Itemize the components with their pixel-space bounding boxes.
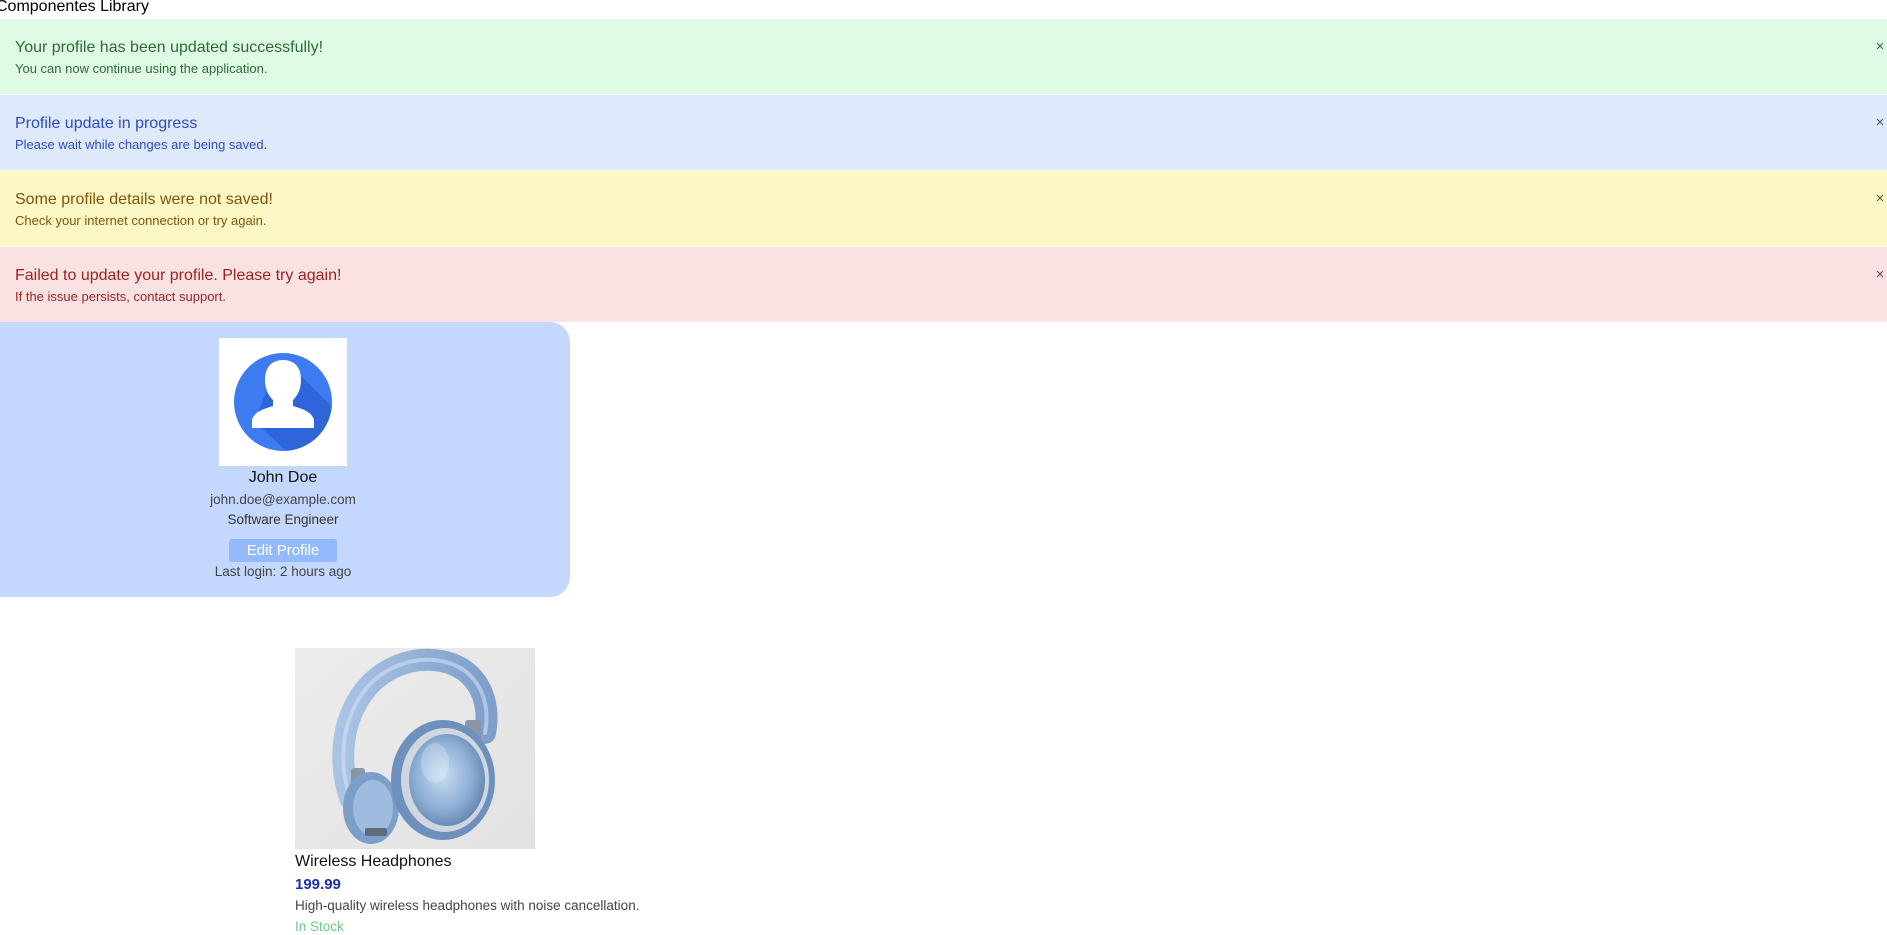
product-description: High-quality wireless headphones with no… (295, 898, 640, 913)
alert-message: Check your internet connection or try ag… (15, 213, 267, 228)
alert-info: Profile update in progress Please wait w… (0, 95, 1887, 170)
headphones-image (295, 648, 535, 849)
alert-message: Please wait while changes are being save… (15, 137, 268, 152)
alert-title: Failed to update your profile. Please tr… (15, 267, 342, 284)
product-image (295, 648, 535, 849)
close-icon[interactable]: × (1873, 39, 1887, 55)
close-icon[interactable]: × (1873, 267, 1887, 283)
alert-message: If the issue persists, contact support. (15, 289, 226, 304)
page-title: Componentes Library (0, 0, 149, 15)
close-icon[interactable]: × (1873, 115, 1887, 131)
page: Componentes Library Your profile has bee… (0, 0, 1887, 935)
profile-role: Software Engineer (227, 512, 339, 527)
user-avatar-icon (234, 353, 332, 451)
alert-title: Your profile has been updated successful… (15, 39, 324, 56)
edit-profile-button[interactable]: Edit Profile (229, 539, 337, 562)
avatar (219, 338, 347, 466)
alert-message: You can now continue using the applicati… (15, 61, 268, 76)
profile-name: John Doe (248, 469, 318, 486)
product-name: Wireless Headphones (295, 853, 452, 870)
alert-title: Some profile details were not saved! (15, 191, 273, 208)
close-icon[interactable]: × (1873, 191, 1887, 207)
last-login: Last login: 2 hours ago (214, 564, 352, 579)
alert-success: Your profile has been updated successful… (0, 19, 1887, 94)
alert-error: Failed to update your profile. Please tr… (0, 247, 1887, 322)
alert-title: Profile update in progress (15, 115, 198, 132)
product-price: 199.99 (295, 876, 341, 893)
stock-status: In Stock (295, 919, 344, 934)
profile-email: john.doe@example.com (210, 492, 356, 507)
alert-warning: Some profile details were not saved! Che… (0, 171, 1887, 246)
